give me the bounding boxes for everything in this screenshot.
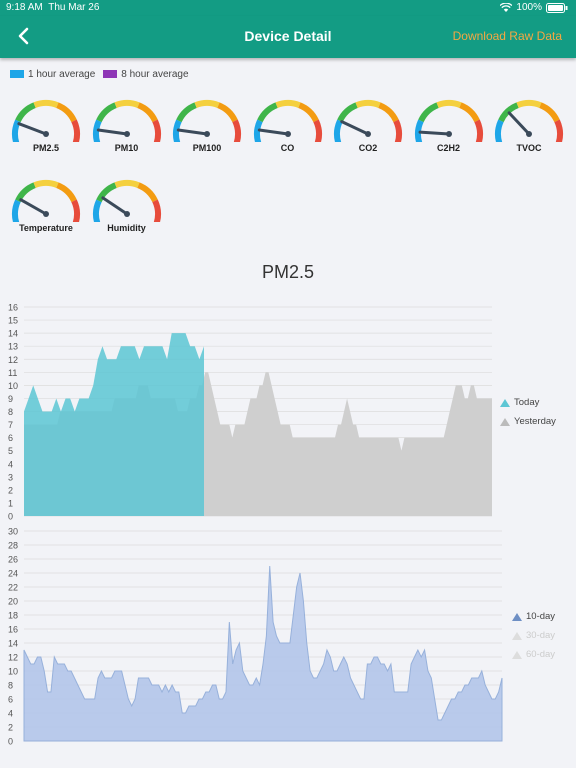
gauge-needle (100, 196, 128, 216)
gauge-dial (495, 100, 563, 142)
gauge-needle (17, 122, 48, 136)
y-tick-label: 14 (8, 639, 18, 649)
y-tick-label: 24 (8, 569, 18, 579)
y-tick-label: 8 (8, 407, 13, 417)
y-tick-label: 13 (8, 342, 18, 352)
legend-item-8hour: 8 hour average (103, 69, 189, 80)
y-tick-label: 16 (8, 303, 18, 313)
gauge-needle (340, 120, 370, 136)
y-tick-label: 26 (8, 555, 18, 565)
gauge-humidity[interactable]: Humidity (89, 176, 165, 240)
legend-30-day[interactable]: 30-day (512, 626, 555, 645)
y-tick-label: 11 (8, 368, 17, 378)
battery-icon (546, 2, 568, 13)
series-area-today (24, 333, 204, 516)
gauge-dial (12, 180, 80, 222)
gauge-needle (257, 128, 289, 136)
triangle-icon (500, 417, 510, 426)
gauge-pm100[interactable]: PM100 (169, 96, 245, 160)
gauge-needle (19, 198, 48, 216)
gauge-needle (418, 130, 450, 136)
legend-60-day[interactable]: 60-day (512, 645, 555, 664)
gauge-dial (173, 100, 241, 142)
status-time: 9:18 AM Thu Mar 26 (6, 2, 100, 13)
gauge-label: CO2 (358, 143, 378, 153)
gauge-needle (176, 128, 209, 136)
gauge-needle (507, 111, 531, 136)
gauge-dial (334, 100, 402, 142)
history-chart-legend: 10-day 30-day 60-day (512, 607, 555, 664)
legend-10-day[interactable]: 10-day (512, 607, 555, 626)
series-area-10-day (23, 565, 503, 742)
gauge-dial (12, 100, 80, 142)
battery-percent: 100% (516, 2, 542, 13)
gauge-needle (96, 128, 128, 136)
gauge-label: PM10 (114, 143, 139, 153)
y-tick-label: 12 (8, 653, 18, 663)
gauge-label: CO (280, 143, 295, 153)
y-tick-label: 18 (8, 611, 18, 621)
triangle-icon (512, 650, 522, 659)
y-tick-label: 5 (8, 446, 13, 456)
daily-chart-legend: Today Yesterday (500, 393, 556, 431)
daily-chart: 012345678910111213141516 (8, 303, 492, 522)
nav-bar: Device Detail Download Raw Data (0, 16, 576, 58)
y-tick-label: 4 (8, 459, 13, 469)
chart-title: PM2.5 (261, 262, 315, 282)
y-tick-label: 10 (8, 381, 18, 391)
gauge-pm10[interactable]: PM10 (89, 96, 165, 160)
gauge-label: Humidity (107, 223, 146, 233)
gauge-co2[interactable]: CO2 (330, 96, 406, 160)
status-bar: 9:18 AM Thu Mar 26 100% (0, 0, 576, 16)
y-tick-label: 16 (8, 625, 18, 635)
wifi-icon (500, 3, 513, 12)
legend-yesterday[interactable]: Yesterday (500, 412, 556, 431)
triangle-icon (500, 398, 510, 407)
legend-item-1hour: 1 hour average (10, 69, 95, 80)
y-tick-label: 3 (8, 472, 13, 482)
y-tick-label: 14 (8, 329, 18, 339)
triangle-icon (512, 612, 522, 621)
y-tick-label: 1 (8, 498, 13, 508)
y-tick-label: 12 (8, 355, 18, 365)
gauge-temperature[interactable]: Temperature (8, 176, 84, 240)
gauge-label: C2H2 (436, 143, 460, 153)
gauge-dial (92, 100, 161, 142)
gauge-dial (414, 100, 483, 142)
gauge-label: PM100 (192, 143, 222, 153)
y-tick-label: 9 (8, 394, 13, 404)
y-tick-label: 2 (8, 485, 13, 495)
y-tick-label: 6 (8, 433, 13, 443)
history-chart: 024681012141618202224262830 (8, 527, 503, 747)
gauge-label: PM2.5 (32, 143, 59, 153)
status-right: 100% (500, 2, 568, 13)
y-tick-label: 28 (8, 541, 18, 551)
gauge-pm25[interactable]: PM2.5 (8, 96, 84, 160)
gauge-dial (92, 180, 161, 222)
y-tick-label: 10 (8, 667, 18, 677)
y-tick-label: 2 (8, 723, 13, 733)
gauge-label: Temperature (19, 223, 73, 233)
y-tick-label: 7 (8, 420, 13, 430)
y-tick-label: 8 (8, 681, 13, 691)
y-tick-label: 4 (8, 709, 13, 719)
y-tick-label: 22 (8, 583, 18, 593)
gauge-legend: 1 hour average 8 hour average (10, 69, 189, 80)
gauge-co[interactable]: CO (250, 96, 326, 160)
y-tick-label: 20 (8, 597, 18, 607)
triangle-icon (512, 631, 522, 640)
gauge-label: TVOC (516, 143, 542, 153)
gauge-c2h2[interactable]: C2H2 (411, 96, 487, 160)
y-tick-label: 30 (8, 527, 18, 537)
gauge-dial (253, 100, 322, 142)
y-tick-label: 0 (8, 512, 13, 522)
legend-today[interactable]: Today (500, 393, 556, 412)
y-tick-label: 6 (8, 695, 13, 705)
gauge-tvoc[interactable]: TVOC (491, 96, 567, 160)
y-tick-label: 0 (8, 737, 13, 747)
y-tick-label: 15 (8, 316, 18, 326)
download-raw-data-button[interactable]: Download Raw Data (453, 29, 562, 43)
